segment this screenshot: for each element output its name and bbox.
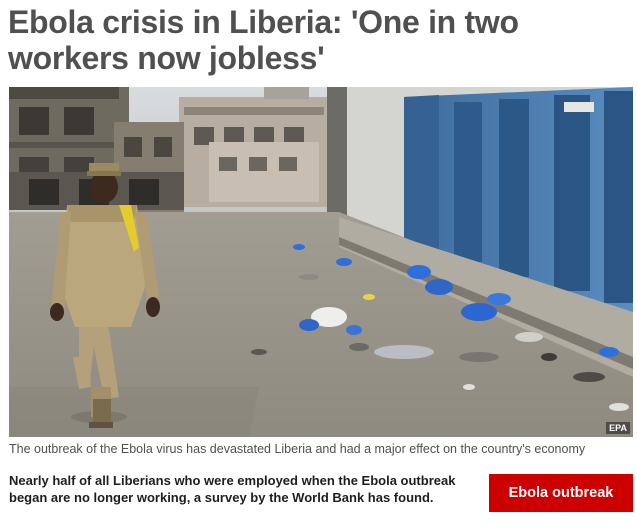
headline: Ebola crisis in Liberia: 'One in two wor… — [8, 4, 519, 76]
photo-credit: EPA — [606, 422, 630, 434]
article-photo: EPA — [9, 87, 633, 437]
ebola-outbreak-button[interactable]: Ebola outbreak — [489, 474, 633, 512]
photo-caption: The outbreak of the Ebola virus has deva… — [9, 442, 586, 456]
article-summary: Nearly half of all Liberians who were em… — [9, 473, 456, 505]
